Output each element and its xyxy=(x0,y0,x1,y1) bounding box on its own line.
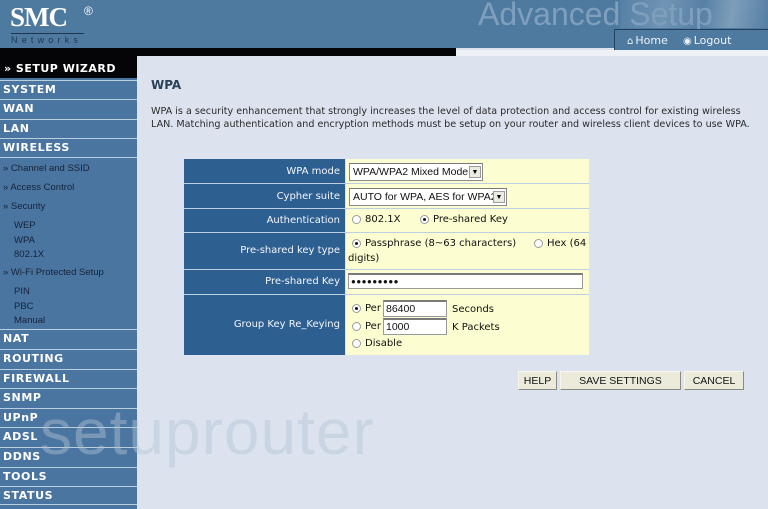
registered-mark: ® xyxy=(84,4,93,18)
brand-subtitle: Networks xyxy=(11,35,83,45)
sidebar-item-lan[interactable]: LAN xyxy=(0,119,137,138)
rekey-seconds-unit: Seconds xyxy=(452,304,495,315)
sidebar-item-adsl[interactable]: ADSL xyxy=(0,427,137,446)
sidebar-item-status[interactable]: STATUS xyxy=(0,486,137,505)
auth-psk-label: Pre-shared Key xyxy=(433,214,508,225)
sidebar-subitem-wpa[interactable]: WPA xyxy=(0,235,35,246)
cancel-button[interactable]: CANCEL xyxy=(684,371,744,390)
sidebar-subitem-access-control[interactable]: » Access Control xyxy=(0,182,74,193)
sidebar-item-wireless[interactable]: WIRELESS xyxy=(0,138,137,158)
psk-label: Pre-shared Key xyxy=(184,270,345,294)
home-icon: ⌂ xyxy=(627,36,634,47)
sidebar-subitem-security[interactable]: » Security xyxy=(0,201,45,212)
cypher-suite-value: AUTO for WPA, AES for WPA2 xyxy=(353,191,497,203)
key-type-passphrase-radio[interactable] xyxy=(352,238,361,248)
authentication-label: Authentication xyxy=(184,209,345,232)
help-button[interactable]: HELP xyxy=(518,371,557,390)
cypher-suite-label: Cypher suite xyxy=(184,184,345,208)
key-type-hex-label-wrap: digits) xyxy=(348,253,380,264)
rekey-seconds-option[interactable]: Per xyxy=(352,303,381,314)
auth-8021x-label: 802.1X xyxy=(365,214,401,225)
save-settings-button[interactable]: SAVE SETTINGS xyxy=(560,371,681,390)
key-type-passphrase-label: Passphrase (8~63 characters) xyxy=(365,238,517,249)
rekey-packets-unit: K Packets xyxy=(452,322,500,333)
sidebar-subitem-pbc[interactable]: PBC xyxy=(0,301,34,312)
auth-psk-radio[interactable] xyxy=(420,214,429,224)
home-link[interactable]: ⌂ Home xyxy=(627,34,668,47)
wpa-mode-label: WPA mode xyxy=(184,159,345,183)
logout-link[interactable]: ◉ Logout xyxy=(683,34,731,47)
key-type-passphrase-option[interactable]: Passphrase (8~63 characters) xyxy=(352,238,516,249)
key-type-hex-option[interactable]: Hex (64 xyxy=(534,238,586,249)
psk-cell: ●●●●●●●●● xyxy=(346,270,589,294)
chevron-down-icon: ▼ xyxy=(493,191,505,203)
logout-icon: ◉ xyxy=(683,36,692,47)
authentication-cell: 802.1X Pre-shared Key xyxy=(346,209,589,232)
auth-psk-option[interactable]: Pre-shared Key xyxy=(420,214,508,225)
key-type-cell: Passphrase (8~63 characters) Hex (64 dig… xyxy=(346,233,589,269)
rekey-disable-option[interactable]: Disable xyxy=(352,338,402,349)
logo-rule xyxy=(11,33,84,34)
rekey-seconds-radio[interactable] xyxy=(352,303,361,313)
wpa-mode-cell: WPA/WPA2 Mixed Mode ▼ xyxy=(346,159,589,183)
sidebar-item-tools[interactable]: TOOLS xyxy=(0,467,137,486)
wpa-settings-form: WPA mode WPA/WPA2 Mixed Mode ▼ Cypher su… xyxy=(184,159,589,355)
top-nav: ⌂ Home ◉ Logout xyxy=(614,29,768,51)
sidebar-item-wan[interactable]: WAN xyxy=(0,99,137,118)
sidebar-subitem-wps[interactable]: » Wi-Fi Protected Setup xyxy=(0,267,104,278)
sidebar-subitem-channel-ssid[interactable]: » Channel and SSID xyxy=(0,163,90,174)
rekey-disable-radio[interactable] xyxy=(352,338,361,348)
home-label: Home xyxy=(635,34,668,47)
auth-8021x-option[interactable]: 802.1X xyxy=(352,214,400,225)
sidebar-item-setup-wizard[interactable]: » SETUP WIZARD xyxy=(0,56,137,78)
smc-logo: SMC ® Networks xyxy=(10,2,96,45)
rekey-label: Group Key Re_Keying xyxy=(184,295,345,355)
key-type-hex-label: Hex (64 xyxy=(547,238,587,249)
rekey-disable-label: Disable xyxy=(365,338,403,349)
rekey-seconds-input[interactable]: 86400 xyxy=(383,300,447,317)
sidebar-subitem-manual[interactable]: Manual xyxy=(0,315,45,326)
chevron-down-icon: ▼ xyxy=(469,166,481,178)
header: SMC ® Networks Advanced Setup ⌂ Home ◉ Log… xyxy=(0,0,768,51)
page-description: WPA is a security enhancement that stron… xyxy=(151,106,750,130)
rekey-packets-radio[interactable] xyxy=(352,321,361,331)
header-divider-bar xyxy=(0,48,456,56)
sidebar-item-snmp[interactable]: SNMP xyxy=(0,388,137,407)
key-type-hex-radio[interactable] xyxy=(534,238,543,248)
rekey-seconds-per: Per xyxy=(365,303,381,314)
sidebar-subitem-pin[interactable]: PIN xyxy=(0,286,30,297)
sidebar-item-ddns[interactable]: DDNS xyxy=(0,447,137,466)
key-type-label: Pre-shared key type xyxy=(184,233,345,269)
rekey-packets-per: Per xyxy=(365,321,381,332)
sidebar-item-nat[interactable]: NAT xyxy=(0,329,137,348)
sidebar-subitem-8021x[interactable]: 802.1X xyxy=(0,249,44,260)
sidebar-item-routing[interactable]: ROUTING xyxy=(0,349,137,368)
header-divider-line xyxy=(456,50,768,56)
rekey-packets-input[interactable]: 1000 xyxy=(383,318,447,335)
rekey-cell: Per 86400 Seconds Per 1000 K Packets Dis… xyxy=(346,295,589,355)
rekey-packets-option[interactable]: Per xyxy=(352,321,381,332)
wpa-mode-select[interactable]: WPA/WPA2 Mixed Mode ▼ xyxy=(349,163,483,181)
cypher-suite-select[interactable]: AUTO for WPA, AES for WPA2 ▼ xyxy=(349,188,507,206)
brand-name: SMC xyxy=(10,2,68,32)
page-title: WPA xyxy=(151,78,182,92)
sidebar-item-upnp[interactable]: UPnP xyxy=(0,408,137,427)
cypher-suite-cell: AUTO for WPA, AES for WPA2 ▼ xyxy=(346,184,589,208)
auth-8021x-radio[interactable] xyxy=(352,214,361,224)
sidebar-item-system[interactable]: SYSTEM xyxy=(0,80,137,99)
logout-label: Logout xyxy=(693,34,732,47)
wpa-mode-value: WPA/WPA2 Mixed Mode xyxy=(353,166,469,178)
sidebar-item-firewall[interactable]: FIREWALL xyxy=(0,369,137,388)
psk-input[interactable]: ●●●●●●●●● xyxy=(348,273,583,289)
sidebar: » SETUP WIZARD SYSTEM WAN LAN WIRELESS »… xyxy=(0,56,137,509)
sidebar-subitem-wep[interactable]: WEP xyxy=(0,220,36,231)
